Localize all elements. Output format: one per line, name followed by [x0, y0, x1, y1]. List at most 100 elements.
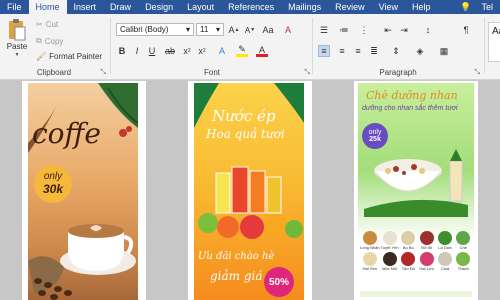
- tab-references[interactable]: References: [221, 0, 281, 14]
- ingredient-image: [382, 231, 397, 245]
- che-subtitle: dưỡng cho nhan sắc thêm tươi: [362, 105, 458, 112]
- badge-line1: only: [368, 128, 382, 136]
- sort-icon[interactable]: ↕: [422, 24, 434, 36]
- lightbulb-icon[interactable]: 💡: [457, 2, 474, 13]
- change-case-icon[interactable]: Aa: [262, 24, 274, 36]
- dessert-bowl-illustration: [364, 149, 468, 217]
- shrink-font-icon[interactable]: A ▼: [244, 24, 256, 36]
- tab-home[interactable]: Home: [28, 0, 67, 14]
- line-spacing-icon[interactable]: ⇕: [390, 45, 402, 57]
- superscript-icon[interactable]: x2: [196, 45, 208, 57]
- chevron-down-icon: ▾: [215, 25, 220, 34]
- juice-poster: Nước ép Hoa quả tươi Ưu đãi chào hè giảm…: [194, 83, 304, 300]
- ingredient-label: Đỗ đỏ: [421, 245, 432, 250]
- clear-formatting-icon[interactable]: A: [282, 24, 294, 36]
- tab-insert[interactable]: Insert: [67, 0, 104, 14]
- document-page: Nước ép Hoa quả tươi Ưu đãi chào hè giảm…: [188, 81, 312, 300]
- show-marks-icon[interactable]: ¶: [460, 24, 472, 36]
- che-poster: Chè dưỡng nhan dưỡng cho nhan sắc thêm t…: [358, 83, 474, 300]
- font-color-icon[interactable]: A: [256, 45, 268, 57]
- font-launcher-icon[interactable]: ⤡: [304, 69, 310, 77]
- tab-review[interactable]: Review: [328, 0, 372, 14]
- tab-help[interactable]: Help: [405, 0, 438, 14]
- ingredient-item: Thạch: [455, 252, 472, 271]
- paragraph-label: Paragraph: [379, 68, 417, 77]
- tab-file[interactable]: File: [0, 0, 29, 14]
- underline-icon[interactable]: U: [146, 45, 158, 57]
- tab-view[interactable]: View: [372, 0, 405, 14]
- paste-label: Paste: [6, 42, 28, 51]
- ingredient-label: Mộc Nhĩ: [382, 266, 398, 271]
- decrease-indent-icon[interactable]: ⇤: [382, 24, 394, 36]
- ingredient-image: [456, 252, 471, 266]
- document-page: coffe only 30k: [22, 81, 146, 300]
- ingredient-item: Táo Đỏ: [400, 252, 417, 271]
- paragraph-launcher-icon[interactable]: ⤡: [474, 69, 480, 77]
- tab-tell-me[interactable]: Tel: [474, 0, 500, 14]
- ingredient-item: Đỗ đỏ: [418, 231, 435, 250]
- bold-icon[interactable]: B: [116, 45, 128, 57]
- format-painter-button[interactable]: 🖌 Format Painter: [36, 52, 102, 61]
- paste-button[interactable]: Paste ▾: [4, 18, 30, 62]
- ingredient-image: [437, 231, 452, 245]
- tab-design[interactable]: Design: [138, 0, 180, 14]
- ingredient-image: [419, 252, 434, 266]
- juice-glasses-illustration: [198, 166, 303, 239]
- font-label: Font: [203, 68, 220, 77]
- highlight-icon[interactable]: ✎: [236, 44, 248, 57]
- italic-icon[interactable]: I: [131, 45, 143, 57]
- tab-layout[interactable]: Layout: [180, 0, 221, 14]
- ingredient-label: Lá Dứa: [438, 245, 452, 250]
- copy-button[interactable]: ⧉ Copy: [36, 36, 63, 46]
- tab-mailings[interactable]: Mailings: [281, 0, 328, 14]
- increase-indent-icon[interactable]: ⇥: [398, 24, 410, 36]
- justify-icon[interactable]: ≣: [368, 45, 380, 57]
- juice-title-line1: Nước ép: [212, 107, 276, 125]
- ingredient-label: Thạch: [457, 266, 469, 271]
- align-right-icon[interactable]: ≡: [352, 45, 364, 57]
- ingredient-image: [456, 231, 471, 245]
- text-effects-icon[interactable]: A: [216, 45, 228, 57]
- numbering-icon[interactable]: ≔: [338, 24, 350, 36]
- coffee-cup-illustration: [28, 224, 136, 300]
- group-separator: [312, 18, 313, 74]
- subscript-icon[interactable]: x2: [181, 45, 193, 57]
- align-center-icon[interactable]: ≡: [336, 45, 348, 57]
- paste-icon: [9, 19, 26, 41]
- clipboard-label: Clipboard: [36, 68, 72, 77]
- ingredient-label: Long Nhãn: [360, 245, 380, 250]
- document-page: Chè dưỡng nhan dưỡng cho nhan sắc thêm t…: [354, 81, 478, 300]
- ingredient-label: Hạt Lựu: [419, 266, 434, 271]
- align-left-icon[interactable]: ≡: [318, 45, 330, 57]
- ingredient-image: [401, 252, 416, 266]
- styles-gallery[interactable]: Aa: [488, 22, 500, 62]
- ingredient-image: [362, 252, 377, 266]
- chevron-down-icon: ▾: [185, 25, 190, 34]
- juice-title-line2: Hoa quả tươi: [206, 127, 285, 141]
- coffee-poster: coffe only 30k: [28, 83, 138, 300]
- poster-footer-bar: [360, 291, 472, 297]
- ingredient-item: Chè: [455, 231, 472, 250]
- ingredient-item: Long Nhãn: [360, 231, 380, 250]
- font-size-select[interactable]: 11 ▾: [196, 23, 224, 36]
- borders-icon[interactable]: ▦: [438, 45, 450, 57]
- multilevel-list-icon[interactable]: ⋮: [358, 24, 370, 36]
- ingredient-item: Hạt Sen: [360, 252, 380, 271]
- grow-font-icon[interactable]: A ▲: [228, 24, 240, 36]
- clipboard-group: Paste ▾ ✂ Cut ⧉ Copy 🖌 Format Painter Cl…: [0, 14, 108, 79]
- ingredient-label: Chè: [459, 245, 467, 250]
- ingredient-image: [362, 231, 377, 245]
- bullets-icon[interactable]: ☰: [318, 24, 330, 36]
- ingredient-item: Hạt Lựu: [418, 252, 435, 271]
- tab-draw[interactable]: Draw: [103, 0, 138, 14]
- font-name-select[interactable]: Calibri (Body) ▾: [116, 23, 194, 36]
- font-size-value: 11: [200, 25, 209, 34]
- copy-icon: ⧉: [36, 36, 42, 45]
- ingredient-item: Mộc Nhĩ: [381, 252, 399, 271]
- strikethrough-icon[interactable]: ab: [164, 45, 176, 57]
- cut-button[interactable]: ✂ Cut: [36, 20, 58, 29]
- shading-icon[interactable]: ◈: [414, 45, 426, 57]
- ingredient-image: [419, 231, 434, 245]
- style-preview: Aa: [492, 26, 500, 37]
- clipboard-launcher-icon[interactable]: ⤡: [100, 69, 106, 77]
